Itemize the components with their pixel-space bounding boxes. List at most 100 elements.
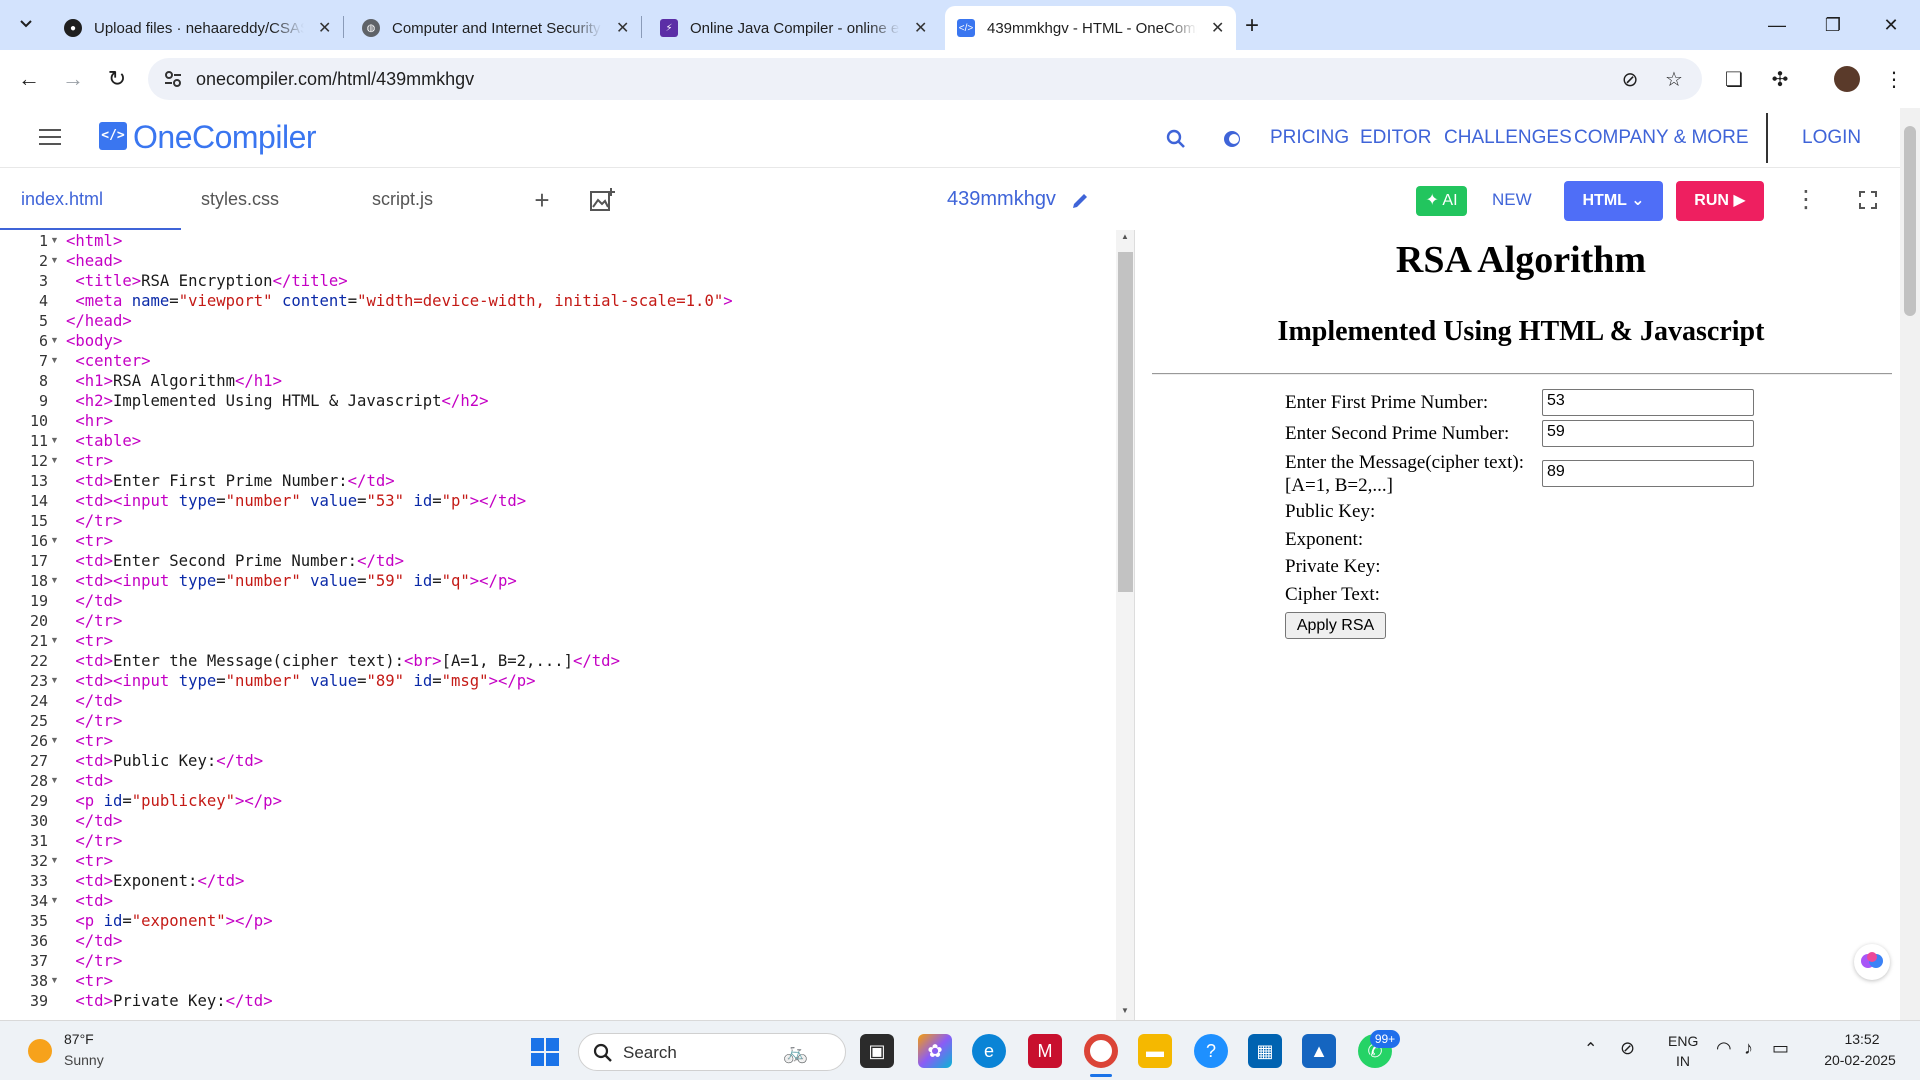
code-line[interactable]: <h1>RSA Algorithm</h1> [66, 372, 282, 390]
fold-toggle-icon[interactable]: ▼ [50, 855, 59, 865]
fold-toggle-icon[interactable]: ▼ [50, 535, 59, 545]
fold-toggle-icon[interactable]: ▼ [50, 735, 59, 745]
nav-editor[interactable]: EDITOR [1360, 127, 1431, 149]
eye-off-icon[interactable]: ⊘ [1618, 67, 1642, 91]
weather-desc[interactable]: Sunny [64, 1052, 104, 1068]
code-line[interactable]: <h2>Implemented Using HTML & Javascript<… [66, 392, 488, 410]
more-vert-icon[interactable]: ⋮ [1792, 186, 1820, 214]
volume-icon[interactable]: ♪ [1744, 1038, 1753, 1059]
code-line[interactable]: <center> [66, 352, 150, 370]
mcafee-icon[interactable]: M [1028, 1034, 1062, 1068]
code-line[interactable]: <meta name="viewport" content="width=dev… [66, 292, 732, 310]
code-line[interactable]: <td><input type="number" value="89" id="… [66, 672, 535, 690]
restore-button[interactable]: ❐ [1818, 10, 1848, 40]
apply-rsa-button[interactable]: Apply RSA [1285, 612, 1386, 639]
code-line[interactable]: <td>Enter Second Prime Number:</td> [66, 552, 404, 570]
store-icon[interactable]: ▦ [1248, 1034, 1282, 1068]
code-line[interactable]: <td> [66, 772, 113, 790]
eye-off-icon[interactable]: ⊘ [1620, 1038, 1635, 1059]
fold-toggle-icon[interactable]: ▼ [50, 575, 59, 585]
site-settings-icon[interactable] [162, 68, 184, 90]
photos-icon[interactable]: ▲ [1302, 1034, 1336, 1068]
forward-button[interactable]: → [58, 64, 88, 94]
fold-toggle-icon[interactable]: ▼ [50, 895, 59, 905]
code-line[interactable]: <tr> [66, 632, 113, 650]
tab-search-menu-button[interactable] [12, 10, 40, 38]
code-line[interactable]: <tr> [66, 732, 113, 750]
fold-toggle-icon[interactable]: ▼ [50, 975, 59, 985]
address-bar[interactable]: onecompiler.com/html/439mmkhgv ⊘ ☆ [148, 58, 1702, 100]
code-line[interactable]: <td>Enter the Message(cipher text):<br>[… [66, 652, 620, 670]
copilot-icon[interactable]: ✿ [918, 1034, 952, 1068]
nav-company-more[interactable]: COMPANY & MORE [1574, 127, 1749, 149]
logo-mark[interactable]: </> [99, 122, 127, 150]
chrome-icon[interactable] [1084, 1034, 1118, 1068]
file-explorer-icon[interactable]: ▬ [1138, 1034, 1172, 1068]
code-line[interactable]: </tr> [66, 612, 122, 630]
page-scroll-thumb[interactable] [1904, 126, 1916, 316]
code-line[interactable]: <td>Enter First Prime Number:</td> [66, 472, 394, 490]
scroll-down-icon[interactable]: ▼ [1121, 1006, 1129, 1015]
code-line[interactable]: <title>RSA Encryption</title> [66, 272, 347, 290]
fold-toggle-icon[interactable]: ▼ [50, 235, 59, 245]
fold-toggle-icon[interactable]: ▼ [50, 435, 59, 445]
fullscreen-icon[interactable] [1858, 190, 1878, 210]
theme-toggle-icon[interactable] [1220, 127, 1244, 151]
code-line[interactable]: </tr> [66, 712, 122, 730]
nav-challenges[interactable]: CHALLENGES [1444, 127, 1572, 149]
close-window-button[interactable]: ✕ [1876, 10, 1906, 40]
clock-date[interactable]: 20-02-2025 [1810, 1052, 1910, 1068]
fold-toggle-icon[interactable]: ▼ [50, 455, 59, 465]
nav-pricing[interactable]: PRICING [1270, 127, 1349, 149]
message-input[interactable]: 89 [1542, 460, 1754, 487]
chevron-up-icon[interactable]: ⌃ [1584, 1039, 1597, 1059]
taskbar-search[interactable]: Search 🚲 [578, 1033, 846, 1071]
extension-tile-icon[interactable]: ❏ [1722, 67, 1746, 91]
code-line[interactable]: <td>Exponent:</td> [66, 872, 244, 890]
reload-button[interactable]: ↻ [102, 64, 132, 94]
star-icon[interactable]: ☆ [1662, 67, 1686, 91]
avatar[interactable] [1834, 66, 1860, 92]
minimize-button[interactable]: — [1762, 10, 1792, 40]
assistant-brain-icon[interactable] [1854, 944, 1890, 980]
code-line[interactable]: <td><input type="number" value="53" id="… [66, 492, 526, 510]
run-button[interactable]: RUN ▶ [1676, 181, 1764, 221]
logo-text[interactable]: OneCompiler [133, 119, 317, 156]
code-line[interactable]: <p id="exponent"></p> [66, 912, 272, 930]
fold-toggle-icon[interactable]: ▼ [50, 635, 59, 645]
fold-toggle-icon[interactable]: ▼ [50, 775, 59, 785]
close-icon[interactable]: ✕ [914, 18, 927, 38]
code-line[interactable]: <html> [66, 232, 122, 250]
add-file-icon[interactable]: + [528, 186, 556, 214]
code-line[interactable]: <td>Public Key:</td> [66, 752, 263, 770]
scroll-up-icon[interactable]: ▲ [1121, 232, 1129, 241]
first-prime-input[interactable]: 53 [1542, 389, 1754, 416]
close-icon[interactable]: ✕ [318, 18, 331, 38]
edit-pencil-icon[interactable] [1070, 191, 1090, 211]
fold-toggle-icon[interactable]: ▼ [50, 255, 59, 265]
wifi-icon[interactable]: ◠ [1716, 1038, 1732, 1059]
code-line[interactable]: </td> [66, 932, 122, 950]
more-vert-icon[interactable]: ⋮ [1882, 67, 1906, 91]
fold-toggle-icon[interactable]: ▼ [50, 355, 59, 365]
code-line[interactable]: </tr> [66, 512, 122, 530]
close-icon[interactable]: ✕ [616, 18, 629, 38]
code-line[interactable]: <td>Private Key:</td> [66, 992, 272, 1010]
fold-toggle-icon[interactable]: ▼ [50, 335, 59, 345]
weather-temp[interactable]: 87°F [64, 1031, 94, 1047]
language-code[interactable]: ENG [1668, 1033, 1698, 1049]
code-line[interactable]: <table> [66, 432, 141, 450]
fold-toggle-icon[interactable]: ▼ [50, 675, 59, 685]
browser-tab-security[interactable]: ◍ Computer and Internet Security ✕ [350, 6, 641, 50]
code-line[interactable]: <td><input type="number" value="59" id="… [66, 572, 516, 590]
second-prime-input[interactable]: 59 [1542, 420, 1754, 447]
close-icon[interactable]: ✕ [1211, 18, 1224, 38]
browser-tab-java-compiler[interactable]: ⚡ Online Java Compiler - online e ✕ [648, 6, 939, 50]
code-line[interactable]: <p id="publickey"></p> [66, 792, 282, 810]
file-tab-script-js[interactable]: script.js [372, 168, 433, 230]
new-button[interactable]: NEW [1492, 190, 1532, 210]
windows-start-icon[interactable] [530, 1037, 560, 1067]
puzzle-icon[interactable]: ✣ [1768, 67, 1792, 91]
project-name[interactable]: 439mmkhgv [947, 188, 1056, 211]
search-icon[interactable] [1166, 129, 1186, 149]
